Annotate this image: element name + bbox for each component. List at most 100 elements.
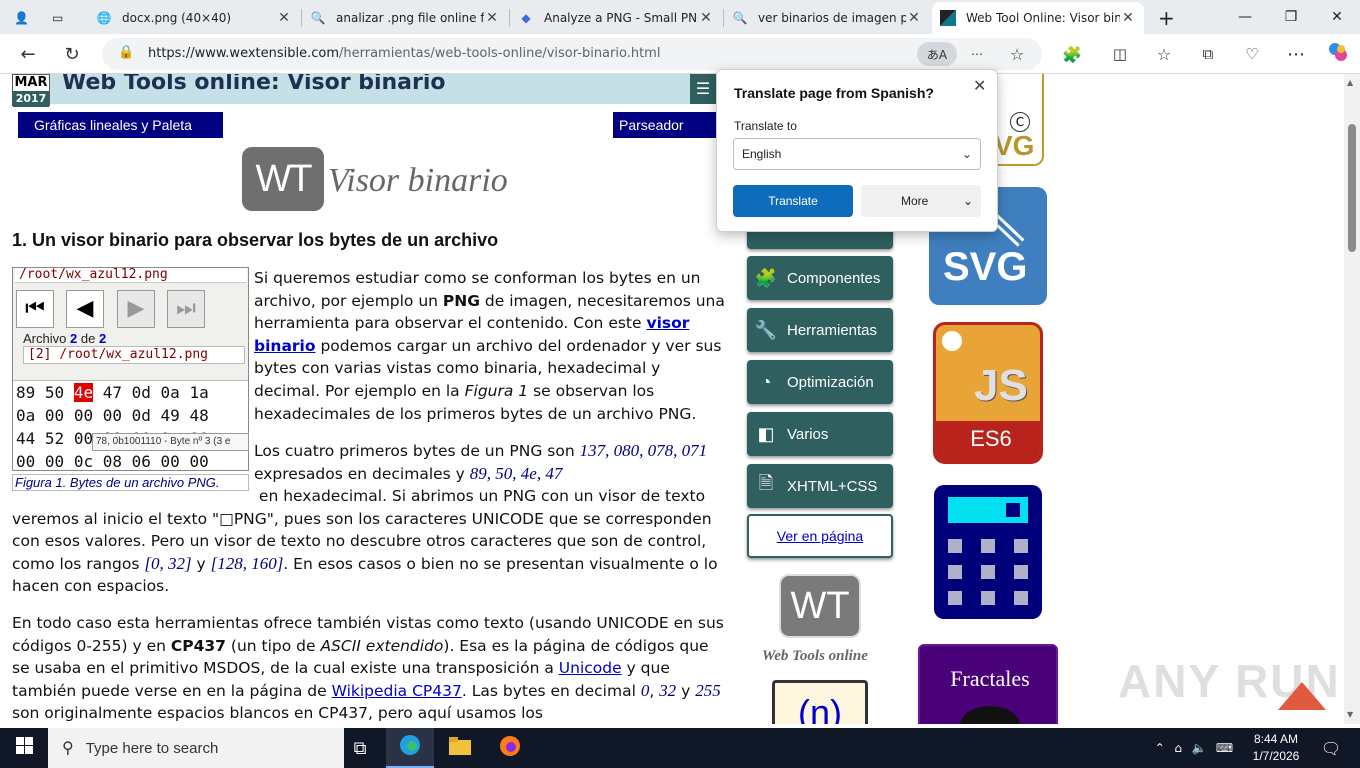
close-icon[interactable]: ✕ [906, 10, 922, 26]
hex-byte[interactable]: 47 [103, 383, 122, 402]
start-button[interactable] [0, 728, 48, 768]
search-icon: 🔍 [732, 11, 748, 25]
wikipedia-cp437-link[interactable]: Wikipedia CP437 [332, 682, 462, 700]
hamburger-menu-icon[interactable]: ☰ [690, 74, 716, 104]
task-view-button[interactable]: ⧉ [336, 728, 384, 768]
fractales-image[interactable]: Fractales [918, 644, 1058, 724]
minimize-button[interactable]: — [1222, 0, 1268, 34]
tab-visor-binario[interactable]: Web Tool Online: Visor binar ✕ [932, 2, 1144, 34]
hex-byte[interactable]: 50 [45, 383, 64, 402]
favorites-button[interactable]: ☆ [1148, 38, 1180, 70]
side-menu-herramientas[interactable]: 🔧 Herramientas [747, 308, 893, 352]
tab-title: ver binarios de imagen png [758, 11, 906, 25]
navigation-bar: ← ↻ 🔒 https://www.wextensible.com/herram… [0, 34, 1360, 74]
copilot-button[interactable] [1322, 38, 1354, 70]
chevron-up-icon[interactable]: ⌃ [1155, 741, 1165, 755]
js-text: JS [974, 361, 1028, 410]
translate-title: Translate page from Spanish? [734, 85, 934, 101]
translate-icon[interactable]: あA [917, 42, 957, 66]
close-icon[interactable]: ✕ [973, 76, 986, 95]
collections-icon: ⧉ [1202, 45, 1214, 63]
next-file-button[interactable]: ▶ [117, 290, 155, 328]
calculator-image[interactable] [934, 485, 1042, 619]
taskbar-clock[interactable]: 8:44 AM 1/7/2026 [1240, 731, 1312, 765]
lock-icon[interactable]: 🔒 [118, 45, 134, 60]
more-options-icon[interactable]: ⋯ [964, 42, 990, 66]
hex-byte[interactable]: 0a [16, 406, 35, 425]
new-tab-button[interactable]: + [1150, 2, 1180, 34]
file-explorer-button[interactable] [436, 728, 484, 768]
volume-icon[interactable]: 🔈 [1191, 741, 1206, 755]
tab-title: Analyze a PNG - Small PNG [544, 11, 698, 25]
close-icon[interactable]: ✕ [276, 10, 292, 26]
profile-button[interactable]: 👤 [6, 2, 42, 34]
first-file-button[interactable]: ⏮ [16, 290, 54, 328]
taskbar-search-box[interactable]: ⚲ Type here to search [48, 728, 344, 768]
hex-byte[interactable]: 00 [103, 406, 122, 425]
notification-button[interactable]: 🗨 [1316, 728, 1346, 768]
unicode-link[interactable]: Unicode [559, 659, 622, 677]
last-file-button[interactable]: ⏭ [167, 290, 205, 328]
more-button[interactable]: More ⌄ [861, 185, 981, 217]
split-screen-button[interactable]: ◫ [1104, 38, 1136, 70]
header-title: Web Tools online: Visor binario [62, 74, 446, 95]
close-window-button[interactable]: ✕ [1314, 0, 1360, 34]
wt-logo-small[interactable]: WT [779, 574, 861, 638]
address-bar[interactable]: 🔒 https://www.wextensible.com/herramient… [102, 38, 1042, 70]
next-page-link[interactable]: Parseador XML [613, 112, 716, 159]
tab-analizar-png[interactable]: 🔍 analizar .png file online free ✕ [302, 2, 508, 34]
hex-byte[interactable]: 49 [161, 406, 180, 425]
firefox-button[interactable] [486, 728, 534, 768]
scrollbar-thumb[interactable] [1348, 124, 1356, 252]
language-select[interactable]: English ⌄ [733, 138, 981, 170]
settings-menu-button[interactable]: ⋯ [1280, 38, 1312, 70]
js-es6-image[interactable]: JS ES6 [933, 322, 1043, 464]
hex-byte[interactable]: 89 [16, 383, 35, 402]
tab-analyze-small-png[interactable]: ◆ Analyze a PNG - Small PNG ✕ [510, 2, 722, 34]
keyboard-icon[interactable]: ⌨ [1216, 741, 1233, 755]
skip-first-icon: ⏮ [25, 296, 45, 321]
browser-essentials-button[interactable]: ♡ [1236, 38, 1268, 70]
close-icon[interactable]: ✕ [698, 10, 714, 26]
network-icon[interactable]: ⌂ [1174, 741, 1182, 755]
page-scrollbar[interactable]: ▲ ▼ [1344, 74, 1360, 724]
back-button[interactable]: ← [12, 38, 44, 70]
scroll-down-icon[interactable]: ▼ [1347, 710, 1353, 719]
favorite-star-icon[interactable]: ☆ [1004, 42, 1030, 66]
translate-button[interactable]: Translate [733, 185, 853, 217]
close-icon[interactable]: ✕ [1120, 10, 1136, 26]
favorites-icon: ☆ [1156, 44, 1172, 64]
tab-ver-binarios[interactable]: 🔍 ver binarios de imagen png ✕ [724, 2, 930, 34]
hex-byte[interactable]: 4e [73, 383, 94, 402]
calculator-screen [948, 497, 1028, 523]
tab-actions-button[interactable]: ▭ [44, 2, 78, 34]
ver-en-pagina-button[interactable]: Ver en página [747, 514, 893, 558]
prev-icon: ◀ [76, 296, 94, 321]
hex-byte[interactable]: 00 [45, 406, 64, 425]
n-logo[interactable]: (n) [772, 680, 868, 724]
hex-byte[interactable]: 0d [132, 383, 151, 402]
extensions-button[interactable]: 🧩 [1056, 38, 1088, 70]
hex-byte[interactable]: 0a [161, 383, 180, 402]
side-menu-xhtml-css[interactable]: 🗎 XHTML+CSS [747, 464, 893, 508]
scroll-up-icon[interactable]: ▲ [1347, 78, 1353, 87]
prev-page-link[interactable]: Gráficas lineales y Paleta color [18, 112, 223, 159]
refresh-button[interactable]: ↻ [56, 38, 88, 70]
prev-file-button[interactable]: ◀ [66, 290, 104, 328]
edge-taskbar-button[interactable] [386, 728, 434, 768]
scroll-to-top-icon[interactable] [1278, 682, 1326, 710]
close-icon[interactable]: ✕ [484, 10, 500, 26]
tab-title: analizar .png file online free [336, 11, 484, 25]
hex-byte[interactable]: 00 [74, 406, 93, 425]
url-text[interactable]: https://www.wextensible.com/herramientas… [148, 46, 660, 61]
tab-docx-png[interactable]: 🌐 docx.png (40×40) ✕ [88, 2, 300, 34]
side-menu-componentes[interactable]: 🧩 Componentes [747, 256, 893, 300]
side-menu-varios[interactable]: ◧ Varios [747, 412, 893, 456]
collections-button[interactable]: ⧉ [1192, 38, 1224, 70]
hex-byte[interactable]: 48 [189, 406, 208, 425]
hex-byte[interactable]: 1a [189, 383, 208, 402]
restore-button[interactable]: ❐ [1268, 0, 1314, 34]
hex-byte[interactable]: 0d [132, 406, 151, 425]
side-menu-optimizacion[interactable]: ◔ Optimización [747, 360, 893, 404]
file-select[interactable]: [2] /root/wx_azul12.png [23, 346, 245, 364]
